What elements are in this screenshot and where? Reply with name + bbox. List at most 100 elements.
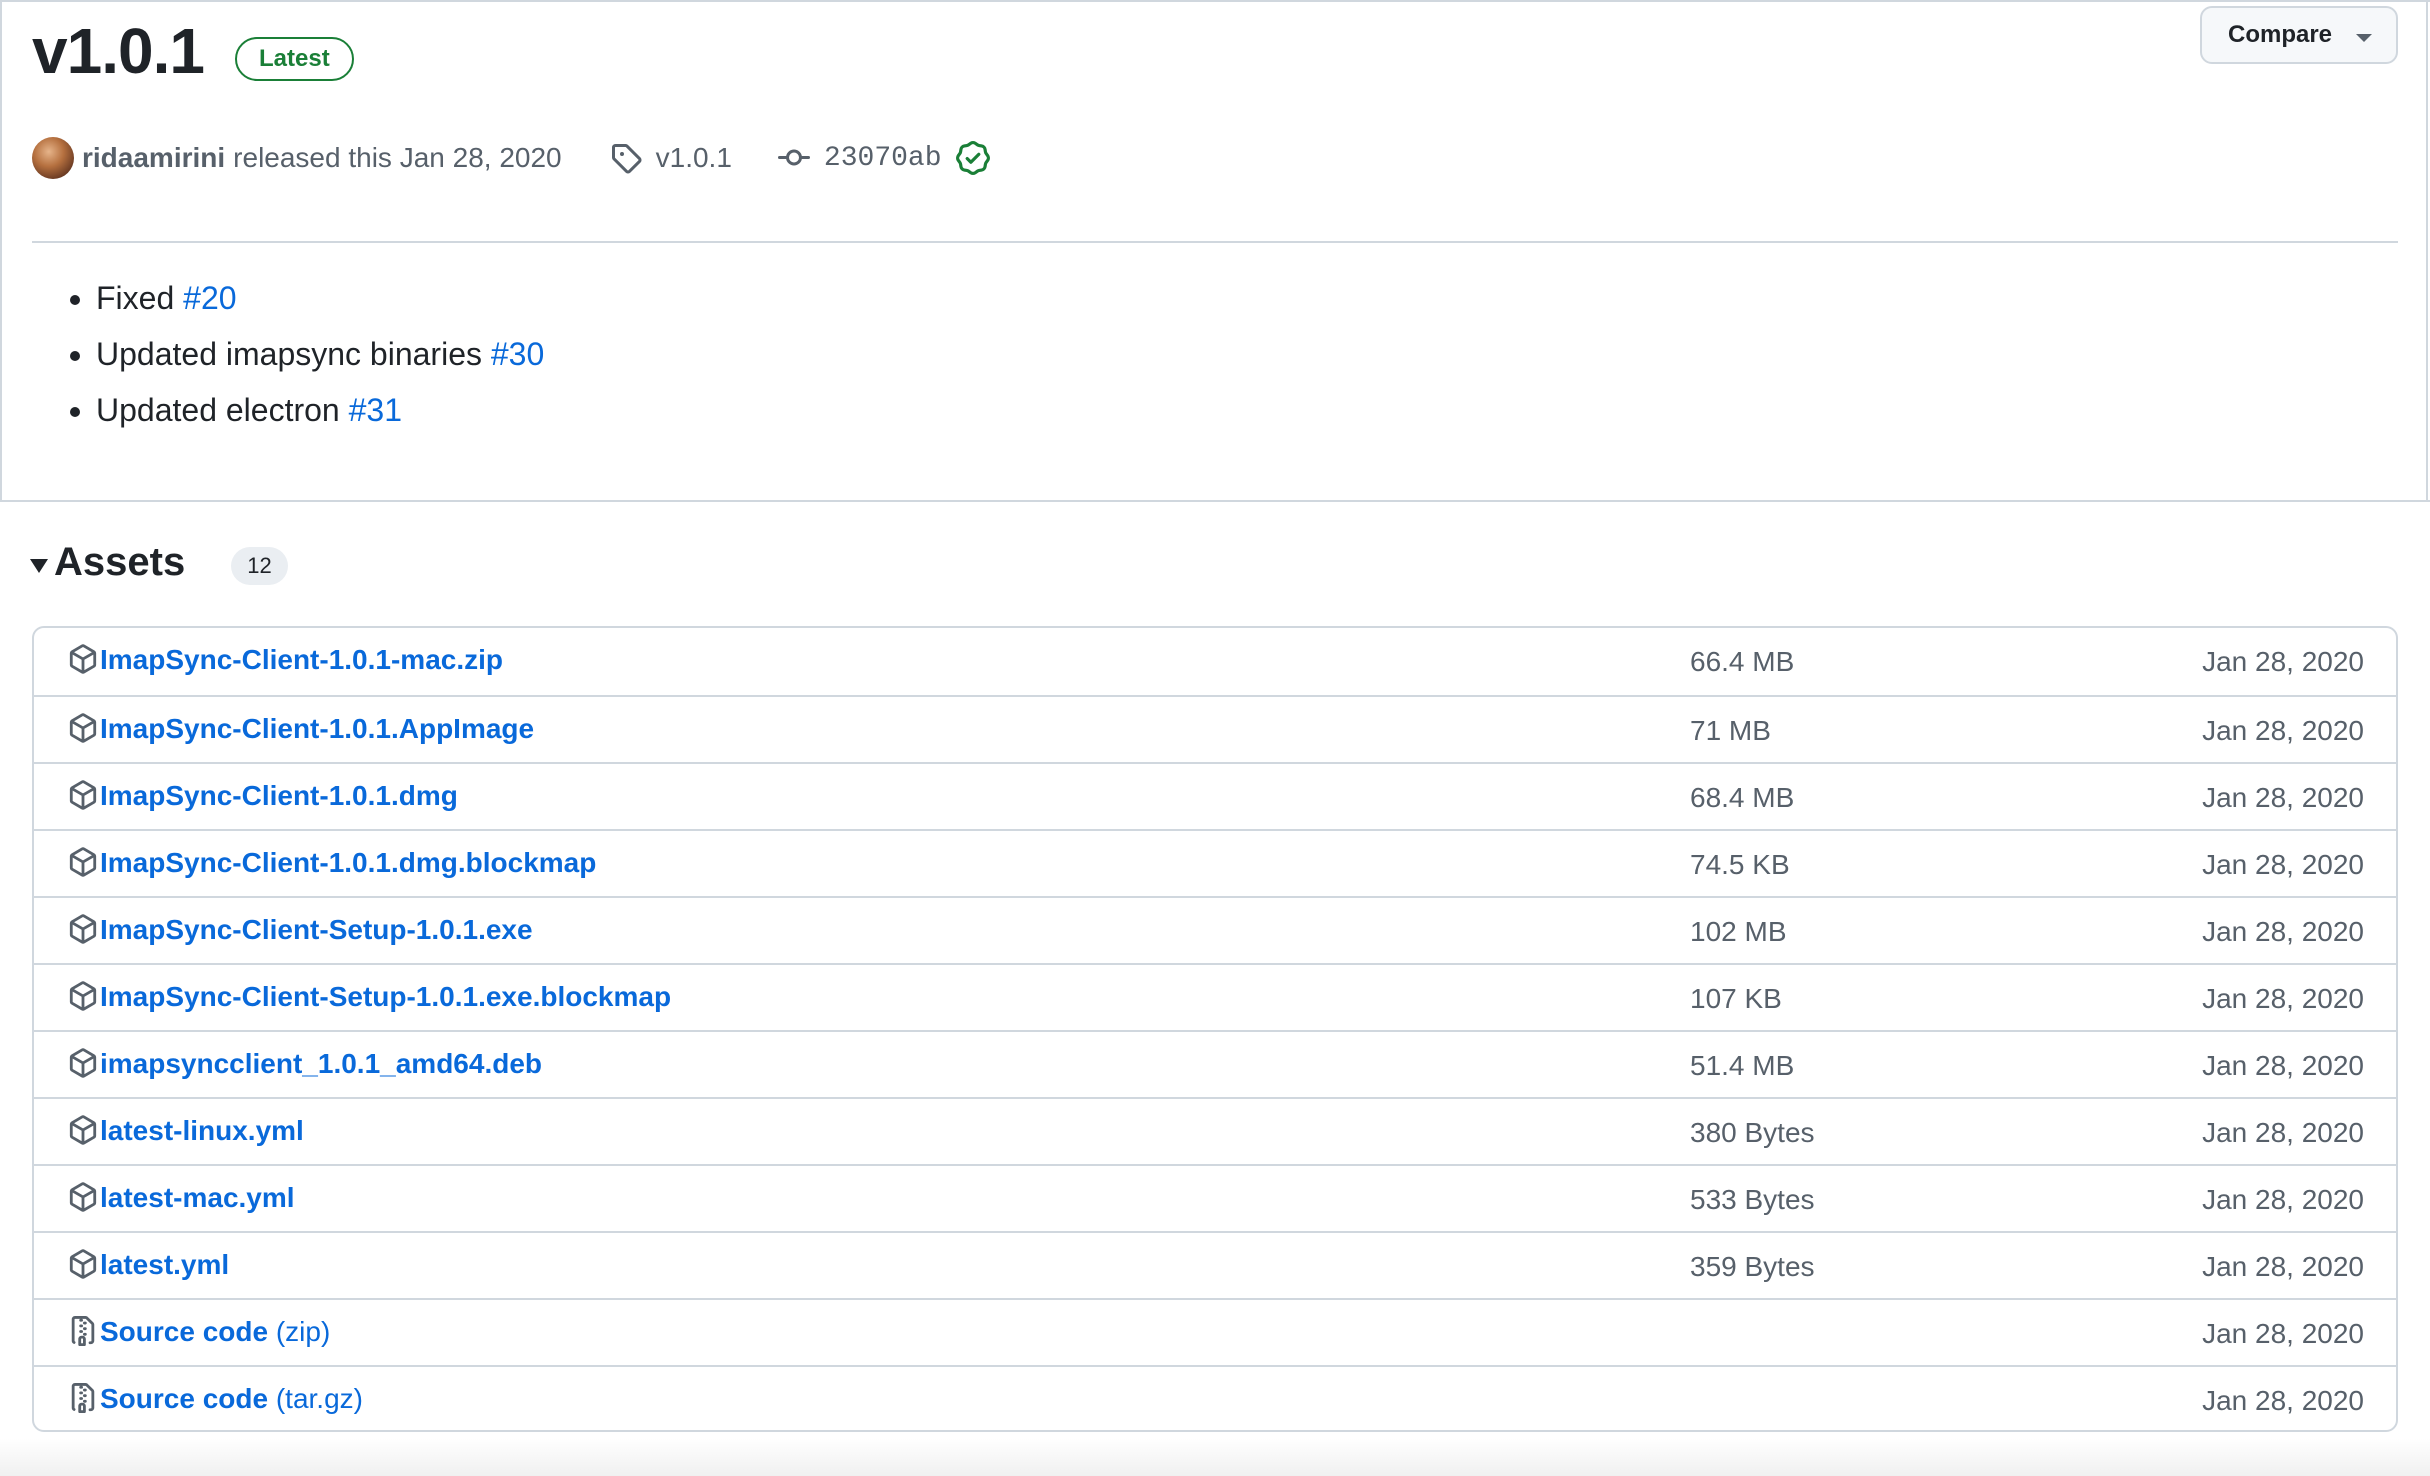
package-icon [68,713,98,748]
asset-date: Jan 28, 2020 [2202,983,2364,1014]
asset-date: Jan 28, 2020 [2202,1385,2364,1416]
asset-download-link[interactable]: Source code (zip) [100,1316,330,1348]
package-icon [68,1115,98,1150]
asset-date: Jan 28, 2020 [2202,916,2364,947]
asset-date: Jan 28, 2020 [2202,1251,2364,1282]
file-zip-icon [68,1316,98,1351]
asset-row: ImapSync-Client-Setup-1.0.1.exe.blockmap… [34,963,2396,1030]
asset-download-link[interactable]: Source code (tar.gz) [100,1383,363,1415]
verified-icon[interactable] [955,141,990,175]
package-icon [68,1249,98,1284]
assets-list: ImapSync-Client-1.0.1-mac.zip 66.4 MB Jan … [32,626,2398,1432]
asset-download-link[interactable]: ImapSync-Client-Setup-1.0.1.exe [100,914,533,946]
asset-row: ImapSync-Client-1.0.1.dmg.blockmap 74.5 K… [34,829,2396,896]
asset-size: 102 MB [1690,916,1787,947]
note-text: Updated electron [96,392,349,428]
bottom-shadow [0,1438,2430,1476]
asset-name: ImapSync-Client-Setup-1.0.1.exe [100,914,533,945]
asset-name: ImapSync-Client-Setup-1.0.1.exe.blockmap [100,981,672,1012]
released-text: released this Jan 28, 2020 [233,142,562,173]
git-commit-icon [777,142,810,174]
asset-size: 66.4 MB [1690,646,1795,677]
asset-name: ImapSync-Client-1.0.1.dmg [100,780,458,811]
note-text: Updated imapsync binaries [96,336,491,372]
note-text: Fixed [96,280,184,316]
asset-row: Source code (tar.gz) Jan 28, 2020 [34,1365,2396,1430]
asset-download-link[interactable]: ImapSync-Client-1.0.1.dmg.blockmap [100,847,596,879]
asset-name: latest.yml [100,1249,230,1280]
issue-link[interactable]: #31 [349,392,402,428]
asset-row: ImapSync-Client-1.0.1.dmg 68.4 MB Jan 28, … [34,762,2396,829]
asset-name: ImapSync-Client-1.0.1-mac.zip [100,644,504,675]
tag-icon [610,142,642,174]
asset-date: Jan 28, 2020 [2202,1050,2364,1081]
avatar[interactable] [32,137,74,179]
asset-download-link[interactable]: ImapSync-Client-1.0.1.AppImage [100,713,534,745]
package-icon [68,644,98,679]
asset-download-link[interactable]: ImapSync-Client-1.0.1.dmg [100,780,458,812]
asset-date: Jan 28, 2020 [2202,1184,2364,1215]
asset-row: latest.yml 359 Bytes Jan 28, 2020 [34,1231,2396,1298]
asset-size: 51.4 MB [1690,1050,1795,1081]
package-icon [68,1182,98,1217]
author-link[interactable]: ridaamirini [82,142,225,174]
asset-download-link[interactable]: latest.yml [100,1249,229,1281]
asset-row: Source code (zip) Jan 28, 2020 [34,1298,2396,1365]
asset-date: Jan 28, 2020 [2202,782,2364,813]
asset-name: ImapSync-Client-1.0.1.dmg.blockmap [100,847,597,878]
issue-link[interactable]: #30 [491,336,544,372]
package-icon [68,847,98,882]
asset-size: 74.5 KB [1690,849,1790,880]
compare-button[interactable]: Compare [2200,6,2398,64]
asset-size: 380 Bytes [1690,1117,1815,1148]
assets-label: Assets [54,540,186,584]
asset-download-link[interactable]: latest-mac.yml [100,1182,295,1214]
release-title[interactable]: v1.0.1 [32,14,205,88]
package-icon [68,780,98,815]
asset-date: Jan 28, 2020 [2202,1117,2364,1148]
chevron-down-icon [2356,34,2372,42]
asset-row: imapsyncclient_1.0.1_amd64.deb 51.4 MB Jan… [34,1030,2396,1097]
asset-download-link[interactable]: latest-linux.yml [100,1115,304,1147]
asset-download-link[interactable]: imapsyncclient_1.0.1_amd64.deb [100,1048,542,1080]
asset-size: 71 MB [1690,715,1771,746]
release-notes: Fixed #20 Updated imapsync binaries #30 … [64,270,544,438]
asset-row: ImapSync-Client-1.0.1.AppImage 71 MB Jan 2… [34,695,2396,762]
asset-size: 68.4 MB [1690,782,1795,813]
asset-size: 107 KB [1690,983,1782,1014]
note-item: Fixed #20 [96,270,544,326]
assets-toggle[interactable]: Assets 12 [30,540,288,585]
asset-row: ImapSync-Client-Setup-1.0.1.exe 102 MB Jan… [34,896,2396,963]
note-item: Updated electron #31 [96,382,544,438]
issue-link[interactable]: #20 [183,280,236,316]
asset-name: Source code [100,1316,269,1347]
package-icon [68,1048,98,1083]
asset-name: ImapSync-Client-1.0.1.AppImage [100,713,535,744]
asset-date: Jan 28, 2020 [2202,646,2364,677]
assets-count-badge: 12 [231,546,288,585]
asset-name: Source code [100,1383,269,1414]
asset-date: Jan 28, 2020 [2202,849,2364,880]
asset-suffix: (zip) [268,1316,331,1347]
release-meta: ridaamirini released this Jan 28, 2020 v… [32,134,990,182]
triangle-down-icon [30,558,48,573]
package-icon [68,914,98,949]
asset-name: latest-mac.yml [100,1182,295,1213]
latest-badge: Latest [235,37,354,81]
asset-date: Jan 28, 2020 [2202,1318,2364,1349]
asset-date: Jan 28, 2020 [2202,715,2364,746]
asset-download-link[interactable]: ImapSync-Client-1.0.1-mac.zip [100,644,503,676]
section-divider [0,500,2430,502]
asset-name: latest-linux.yml [100,1115,304,1146]
note-item: Updated imapsync binaries #30 [96,326,544,382]
compare-button-label: Compare [2228,21,2333,48]
tag-link[interactable]: v1.0.1 [656,142,732,174]
asset-suffix: (tar.gz) [268,1383,363,1414]
commit-link[interactable]: 23070ab [824,143,942,174]
asset-download-link[interactable]: ImapSync-Client-Setup-1.0.1.exe.blockmap [100,981,671,1013]
asset-row: ImapSync-Client-1.0.1-mac.zip 66.4 MB Jan … [34,628,2396,695]
asset-row: latest-linux.yml 380 Bytes Jan 28, 2020 [34,1097,2396,1164]
asset-size: 359 Bytes [1690,1251,1815,1282]
package-icon [68,981,98,1016]
asset-row: latest-mac.yml 533 Bytes Jan 28, 2020 [34,1164,2396,1231]
